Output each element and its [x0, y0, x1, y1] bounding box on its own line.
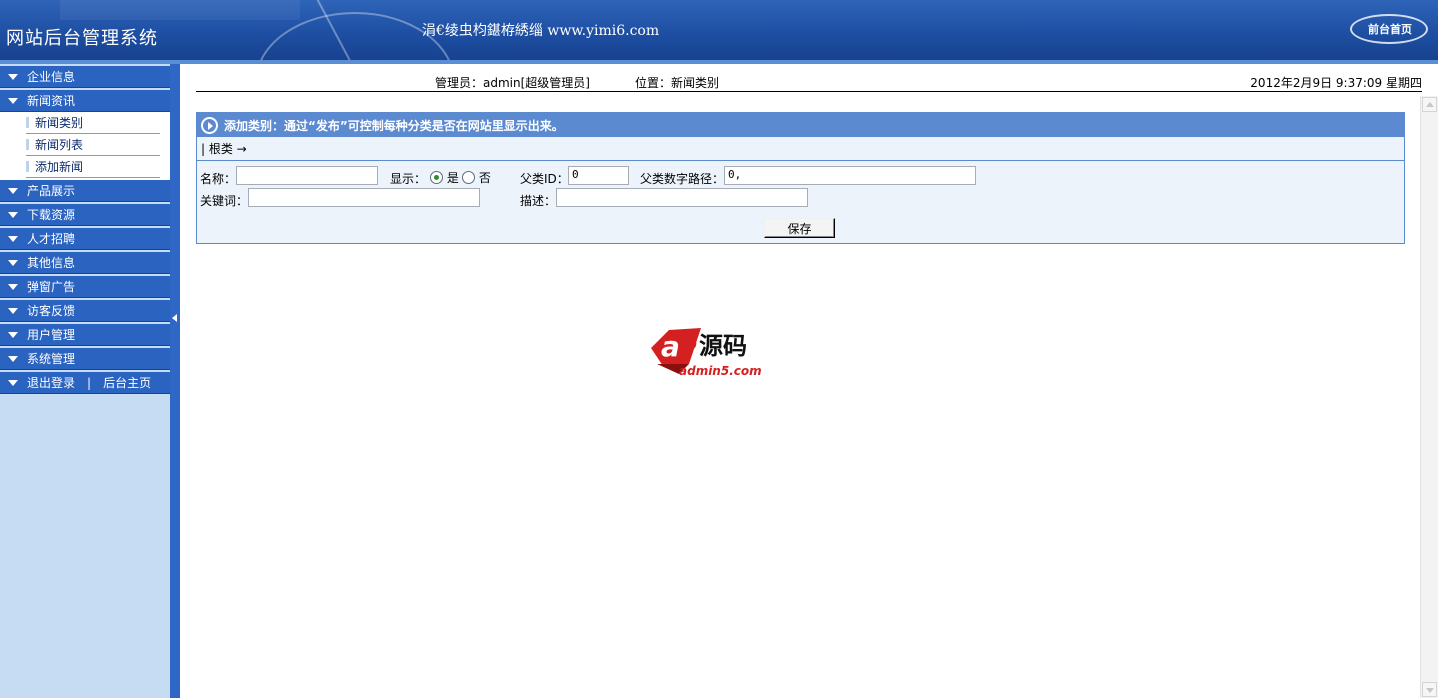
sidebar-item-label: 新闻资讯 [27, 94, 76, 108]
description-input[interactable] [556, 188, 808, 207]
sidebar-item-label: 弹窗广告 [27, 280, 76, 294]
main-content: 管理员：admin[超级管理员] 位置：新闻类别 2012年2月9日 9:37:… [180, 64, 1438, 698]
system-title: 网站后台管理系统 [6, 28, 158, 49]
submenu-item-news-category[interactable]: 新闻类别 [26, 112, 160, 134]
chevron-down-icon [8, 187, 18, 194]
bullet-icon [26, 139, 29, 150]
sidebar-item-label: 人才招聘 [27, 232, 76, 246]
info-bar: 管理员：admin[超级管理员] 位置：新闻类别 2012年2月9日 9:37:… [196, 68, 1422, 92]
site-title: 涓€绫虫枃鍖栫綉缁 www.yimi6.com [422, 23, 660, 39]
sidebar-item-label: 访客反馈 [27, 304, 76, 318]
name-input[interactable] [236, 166, 378, 185]
chevron-down-icon [8, 259, 18, 266]
panel-title: 添加类别：通过“发布”可控制每种分类是否在网站里显示出来。 [224, 118, 564, 133]
sidebar-item-company-info[interactable]: 企业信息 [0, 66, 170, 88]
add-category-panel: 添加类别：通过“发布”可控制每种分类是否在网站里显示出来。 | 根类 → 名称：… [196, 112, 1405, 244]
a5-logo-graphic: a 5 源码 admin5.com [651, 328, 762, 378]
sidebar-item-popup-ads[interactable]: 弹窗广告 [0, 276, 170, 298]
separator: | [87, 375, 92, 390]
sidebar-item-downloads[interactable]: 下载资源 [0, 204, 170, 226]
chevron-down-icon [8, 307, 18, 314]
a5-logo: a 5 源码 admin5.com [649, 320, 789, 380]
front-home-button[interactable]: 前台首页 [1350, 14, 1428, 44]
save-button[interactable]: 保存 [764, 218, 835, 238]
submenu-item-add-news[interactable]: 添加新闻 [26, 156, 160, 178]
category-form: 名称： 显示： 是 否 父类ID： 0 父类数字路径： 0, 关键词： 描述： … [197, 161, 1404, 243]
chevron-down-icon [8, 283, 18, 290]
sidebar-item-feedback[interactable]: 访客反馈 [0, 300, 170, 322]
datetime-info: 2012年2月9日 9:37:09 星期四 [1250, 76, 1422, 90]
sidebar: 企业信息 新闻资讯 新闻类别 新闻列表 添加新闻 产品展示 下载资源 人才招聘 … [0, 64, 170, 698]
chevron-down-icon [8, 355, 18, 362]
show-yes-option[interactable]: 是 [430, 169, 459, 186]
logo-brand-text: 源码 [699, 332, 747, 360]
news-submenu: 新闻类别 新闻列表 添加新闻 [0, 112, 170, 180]
description-label: 描述： [520, 194, 557, 208]
show-label: 显示： [390, 172, 427, 186]
sidebar-item-label: 下载资源 [27, 208, 76, 222]
admin-info: 管理员：admin[超级管理员] [435, 76, 590, 90]
breadcrumb: | 根类 → [197, 137, 1404, 161]
chevron-down-icon [8, 331, 18, 338]
logout-link[interactable]: 退出登录 [27, 374, 75, 391]
sidebar-item-system[interactable]: 系统管理 [0, 348, 170, 370]
scroll-down-icon[interactable] [1422, 682, 1437, 697]
location-info: 位置：新闻类别 [635, 76, 720, 90]
submenu-item-label: 添加新闻 [35, 160, 84, 174]
panel-header: 添加类别：通过“发布”可控制每种分类是否在网站里显示出来。 [197, 113, 1404, 137]
bullet-icon [26, 161, 29, 172]
collapse-sidebar-icon[interactable] [172, 314, 177, 322]
sidebar-item-label: 企业信息 [27, 70, 76, 84]
sidebar-splitter[interactable] [170, 64, 180, 698]
submenu-item-label: 新闻类别 [35, 116, 84, 130]
chevron-down-icon [8, 97, 18, 104]
radio-checked-icon[interactable] [430, 171, 443, 184]
scroll-up-icon[interactable] [1422, 97, 1437, 112]
sidebar-footer-row: 退出登录 | 后台主页 [0, 372, 170, 394]
radio-unchecked-icon[interactable] [462, 171, 475, 184]
chevron-down-icon [8, 379, 18, 386]
show-no-label: 否 [478, 171, 491, 185]
svg-text:a: a [661, 330, 680, 363]
admin-home-link[interactable]: 后台主页 [103, 374, 151, 391]
top-header: 网站后台管理系统 涓€绫虫枃鍖栫綉缁 www.yimi6.com 前台首页 [0, 0, 1438, 60]
submenu-item-label: 新闻列表 [35, 138, 84, 152]
vertical-scrollbar[interactable] [1420, 96, 1438, 698]
show-yes-label: 是 [446, 171, 459, 185]
parent-path-input[interactable]: 0, [724, 166, 976, 185]
name-label: 名称： [200, 172, 237, 186]
chevron-down-icon [8, 211, 18, 218]
play-circle-icon [201, 116, 218, 134]
show-no-option[interactable]: 否 [462, 169, 491, 186]
front-home-label: 前台首页 [1368, 23, 1412, 36]
chevron-down-icon [8, 73, 18, 80]
sidebar-item-label: 系统管理 [27, 352, 76, 366]
sidebar-item-news[interactable]: 新闻资讯 [0, 90, 170, 112]
header-decoration [60, 0, 300, 20]
sidebar-item-products[interactable]: 产品展示 [0, 180, 170, 202]
sidebar-item-users[interactable]: 用户管理 [0, 324, 170, 346]
sidebar-item-label: 用户管理 [27, 328, 76, 342]
submenu-item-news-list[interactable]: 新闻列表 [26, 134, 160, 156]
logo-domain-text: admin5.com [679, 364, 762, 378]
parent-id-label: 父类ID： [520, 172, 569, 186]
parent-path-label: 父类数字路径： [640, 172, 725, 186]
sidebar-item-label: 产品展示 [27, 184, 76, 198]
svg-text:5: 5 [683, 331, 698, 356]
keywords-input[interactable] [248, 188, 480, 207]
keywords-label: 关键词： [200, 194, 249, 208]
sidebar-item-label: 其他信息 [27, 256, 76, 270]
bullet-icon [26, 117, 29, 128]
sidebar-item-other-info[interactable]: 其他信息 [0, 252, 170, 274]
sidebar-item-recruitment[interactable]: 人才招聘 [0, 228, 170, 250]
breadcrumb-root[interactable]: | 根类 → [201, 140, 247, 157]
parent-id-input[interactable]: 0 [568, 166, 629, 185]
chevron-down-icon [8, 235, 18, 242]
